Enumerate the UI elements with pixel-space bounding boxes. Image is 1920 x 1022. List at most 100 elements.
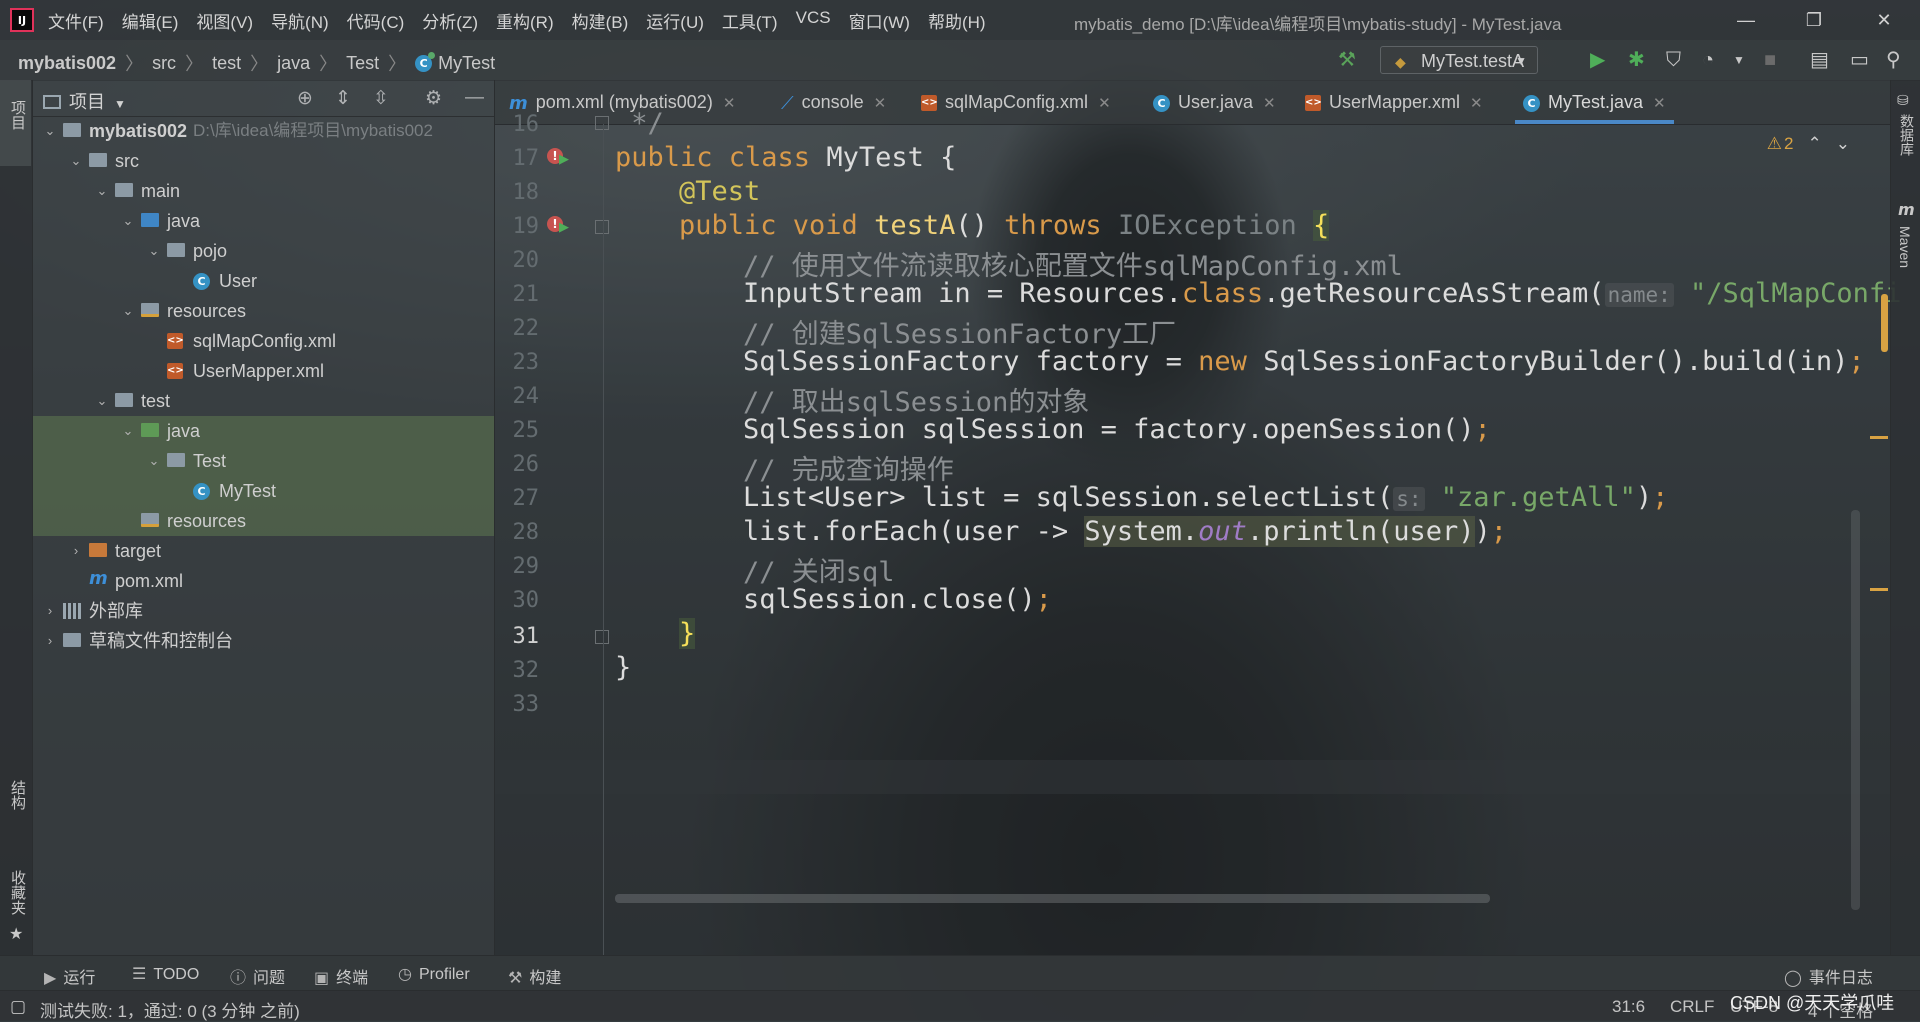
tab-mytest-java[interactable]: C MyTest.java ✕: [1515, 80, 1674, 124]
menu-tools[interactable]: 工具(T): [722, 8, 778, 33]
tree-item-pom-xml[interactable]: m pom.xml: [33, 566, 494, 596]
menu-edit[interactable]: 编辑(E): [122, 8, 179, 33]
tree-item-test[interactable]: ⌄ Test: [33, 446, 494, 476]
breadcrumb-item[interactable]: test: [212, 53, 241, 74]
todo-tool-tab[interactable]: ☰ TODO: [132, 964, 199, 984]
warning-marker[interactable]: [1870, 436, 1888, 439]
tree-item-sqlmapconfig-xml[interactable]: <> sqlMapConfig.xml: [33, 326, 494, 356]
structure-tool-tab[interactable]: 结构: [7, 780, 28, 810]
tab-console[interactable]: ⟋ console ✕: [781, 80, 886, 124]
run-icon[interactable]: ▶: [1590, 48, 1605, 72]
locate-crosshair-icon[interactable]: ⊕: [297, 87, 313, 110]
tree-item-草稿文件和控制台[interactable]: › 草稿文件和控制台: [33, 626, 494, 656]
previous-highlight-icon[interactable]: ⌃: [1808, 134, 1822, 153]
menu-code[interactable]: 代码(C): [347, 8, 405, 33]
tab-sqlmapconfig-xml[interactable]: <> sqlMapConfig.xml ✕: [921, 80, 1111, 124]
close-button[interactable]: ✕: [1864, 6, 1904, 34]
intellij-logo-icon[interactable]: IJ: [10, 8, 34, 32]
maven-tool-tab[interactable]: Maven: [1897, 226, 1913, 268]
tree-item-mybatis002[interactable]: ⌄ mybatis002 D:\库\idea\编程项目\mybatis002: [33, 116, 494, 146]
breadcrumb-item[interactable]: src: [152, 53, 176, 74]
scroll-position-indicator[interactable]: [1881, 294, 1888, 352]
chevron-down-icon[interactable]: ⌄: [121, 296, 135, 326]
more-run-options-chevron-icon[interactable]: ▼: [1733, 48, 1745, 72]
chevron-down-icon[interactable]: ⌄: [69, 146, 83, 176]
fold-marker-icon[interactable]: [595, 116, 609, 130]
tree-item-resources[interactable]: ⌄ resources: [33, 296, 494, 326]
menu-vcs[interactable]: VCS: [796, 8, 831, 33]
menu-help[interactable]: 帮助(H): [928, 8, 986, 33]
profiler-tool-tab[interactable]: ◷ Profiler: [398, 964, 470, 984]
breadcrumb-item[interactable]: java: [277, 53, 310, 74]
tree-item-resources[interactable]: resources: [33, 506, 494, 536]
menu-navigate[interactable]: 导航(N): [271, 8, 329, 33]
run-configuration-selector[interactable]: ◆ MyTest.testA ▼: [1380, 46, 1538, 74]
close-icon[interactable]: ✕: [1470, 95, 1483, 112]
event-log-tool-tab[interactable]: ◯ 事件日志: [1784, 964, 1873, 988]
breadcrumb-item[interactable]: MyTest: [438, 53, 495, 74]
chevron-down-icon[interactable]: ⌄: [121, 206, 135, 236]
breadcrumb-item[interactable]: mybatis002: [18, 53, 116, 74]
tree-item-main[interactable]: ⌄ main: [33, 176, 494, 206]
menu-refactor[interactable]: 重构(R): [496, 8, 554, 33]
build-hammer-icon[interactable]: ⚒: [1338, 48, 1356, 72]
code-editor[interactable]: 16 17 18 19 20 21 22 23 24 25 26 27 28 2…: [495, 108, 1901, 955]
status-toggle-icon[interactable]: ▢: [10, 997, 26, 1017]
build-tool-tab[interactable]: ⚒ 构建: [508, 964, 561, 988]
vertical-scrollbar[interactable]: [1851, 510, 1860, 910]
project-panel-title[interactable]: 项目 ▼: [43, 88, 126, 114]
tree-item-src[interactable]: ⌄ src: [33, 146, 494, 176]
stop-icon[interactable]: ■: [1764, 48, 1776, 72]
close-icon[interactable]: ✕: [1098, 95, 1111, 112]
tree-item-pojo[interactable]: ⌄ pojo: [33, 236, 494, 266]
menu-window[interactable]: 窗口(W): [849, 8, 910, 33]
fold-marker-icon[interactable]: [595, 220, 609, 234]
menu-file[interactable]: 文件(F): [48, 8, 104, 33]
close-icon[interactable]: ✕: [874, 95, 887, 112]
run-test-icon[interactable]: ▶: [559, 151, 569, 167]
horizontal-scrollbar[interactable]: [615, 894, 1490, 903]
chevron-down-icon[interactable]: ⌄: [147, 236, 161, 266]
chevron-right-icon[interactable]: ›: [43, 626, 57, 656]
close-icon[interactable]: ✕: [1263, 95, 1276, 112]
chevron-down-icon[interactable]: ⌄: [43, 116, 57, 146]
next-highlight-icon[interactable]: ⌄: [1836, 134, 1850, 153]
close-icon[interactable]: ✕: [1653, 95, 1666, 112]
status-message[interactable]: 测试失败: 1，通过: 0 (3 分钟 之前): [40, 997, 300, 1022]
restore-button[interactable]: ❐: [1794, 6, 1834, 34]
close-icon[interactable]: ✕: [723, 95, 736, 112]
minimize-button[interactable]: —: [1726, 6, 1766, 34]
line-separator[interactable]: CRLF: [1670, 997, 1714, 1017]
tree-item-外部库[interactable]: › 外部库: [33, 596, 494, 626]
gear-icon[interactable]: ⚙: [425, 87, 442, 110]
menu-run[interactable]: 运行(U): [646, 8, 704, 33]
project-tool-tab[interactable]: 项目: [0, 80, 31, 166]
breadcrumb-item[interactable]: Test: [346, 53, 379, 74]
run-tool-tab[interactable]: ▶ 运行: [44, 964, 95, 988]
hide-panel-icon[interactable]: —: [465, 87, 484, 109]
tree-item-user[interactable]: C User: [33, 266, 494, 296]
project-structure-icon[interactable]: ▤: [1810, 48, 1829, 72]
chevron-down-icon[interactable]: ⌄: [95, 386, 109, 416]
tree-item-java[interactable]: ⌄ java: [33, 416, 494, 446]
chevron-right-icon[interactable]: ›: [69, 536, 83, 566]
chevron-down-icon[interactable]: ⌄: [147, 446, 161, 476]
fold-marker-icon[interactable]: [595, 630, 609, 644]
expand-all-icon[interactable]: ⇕: [335, 87, 351, 110]
chevron-right-icon[interactable]: ›: [43, 596, 57, 626]
menu-analyze[interactable]: 分析(Z): [422, 8, 478, 33]
database-tool-tab[interactable]: 数据库: [1897, 114, 1917, 156]
collapse-all-icon[interactable]: ⇳: [373, 87, 389, 110]
tree-item-java[interactable]: ⌄ java: [33, 206, 494, 236]
debug-bug-icon[interactable]: ✱: [1628, 48, 1645, 72]
caret-position[interactable]: 31:6: [1612, 997, 1645, 1017]
tree-item-target[interactable]: › target: [33, 536, 494, 566]
inspection-warnings[interactable]: ⚠ 2 ⌃ ⌄: [1767, 134, 1850, 154]
tab-user-java[interactable]: C User.java ✕: [1153, 80, 1276, 124]
tree-item-mytest[interactable]: C MyTest: [33, 476, 494, 506]
menu-build[interactable]: 构建(B): [572, 8, 629, 33]
chevron-down-icon[interactable]: ⌄: [121, 416, 135, 446]
tree-item-usermapper-xml[interactable]: <> UserMapper.xml: [33, 356, 494, 386]
terminal-tool-tab[interactable]: ▣ 终端: [314, 964, 368, 988]
profile-icon[interactable]: ◔: [1702, 48, 1714, 72]
